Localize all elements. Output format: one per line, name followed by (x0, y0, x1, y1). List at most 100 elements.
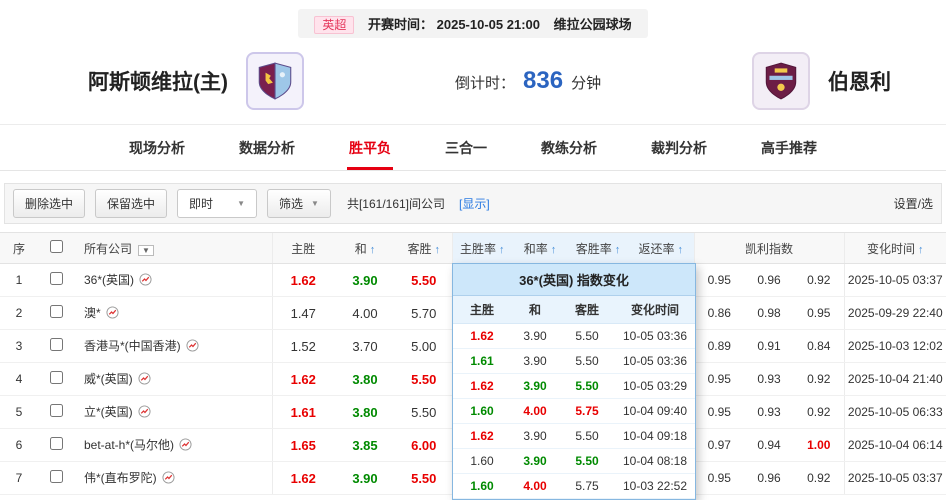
popup-change-time: 10-05 03:36 (615, 349, 695, 374)
popup-home-odds: 1.60 (453, 449, 511, 474)
trend-icon[interactable] (162, 471, 175, 487)
popup-header-row: 主胜 和 客胜 变化时间 (453, 296, 695, 324)
tab-win-draw-lose[interactable]: 胜平负 (347, 125, 393, 170)
tab-expert-picks[interactable]: 高手推荐 (759, 125, 819, 170)
away-odds: 5.50 (396, 462, 452, 495)
company-name[interactable]: 香港马*(中国香港) (84, 339, 181, 353)
toolbar: 删除选中 保留选中 即时 ▼ 筛选 ▼ 共[161/161]间公司 [显示] 设… (4, 183, 942, 224)
company-name[interactable]: bet-at-h*(马尔他) (84, 438, 174, 452)
instant-dropdown[interactable]: 即时 ▼ (177, 189, 257, 218)
row-number: 2 (0, 297, 38, 330)
away-odds: 5.50 (396, 363, 452, 396)
delete-selected-button[interactable]: 删除选中 (13, 189, 85, 218)
company-name[interactable]: 36*(英国) (84, 273, 134, 287)
trend-icon[interactable] (106, 306, 119, 322)
popup-home-odds: 1.61 (453, 349, 511, 374)
popup-row: 1.62 3.90 5.50 10-05 03:29 (453, 374, 695, 399)
keep-selected-button[interactable]: 保留选中 (95, 189, 167, 218)
kelly-draw: 0.94 (744, 429, 794, 462)
row-number: 3 (0, 330, 38, 363)
odds-table-wrap: 序 所有公司▼ 主胜 和↑ 客胜↑ 主胜率↑ 和率↑ 客胜率↑ 返还率↑ 凯利指… (0, 232, 946, 495)
filter-dropdown[interactable]: 筛选 ▼ (267, 189, 331, 218)
company-cell: bet-at-h*(马尔他) (74, 429, 272, 462)
col-change-time[interactable]: 变化时间↑ (844, 233, 946, 264)
company-filter-dropdown-icon[interactable]: ▼ (138, 245, 154, 256)
tab-three-in-one[interactable]: 三合一 (443, 125, 489, 170)
company-name[interactable]: 澳* (84, 306, 101, 320)
popup-row: 1.60 4.00 5.75 10-03 22:52 (453, 474, 695, 499)
col-away-win[interactable]: 客胜↑ (396, 233, 452, 264)
home-odds: 1.62 (272, 363, 334, 396)
popup-home-odds: 1.62 (453, 324, 511, 349)
popup-away-odds: 5.50 (559, 449, 615, 474)
trend-icon[interactable] (138, 405, 151, 421)
select-all-checkbox[interactable] (50, 240, 63, 253)
company-cell: 伟*(直布罗陀) (74, 462, 272, 495)
popup-draw-odds: 3.90 (511, 349, 559, 374)
tab-data-analysis[interactable]: 数据分析 (237, 125, 297, 170)
trend-icon[interactable] (186, 339, 199, 355)
company-name[interactable]: 立*(英国) (84, 405, 133, 419)
company-name[interactable]: 威*(英国) (84, 372, 133, 386)
sort-asc-icon: ↑ (370, 244, 376, 256)
row-select (38, 429, 74, 462)
popup-change-time: 10-04 09:40 (615, 399, 695, 424)
home-odds: 1.52 (272, 330, 334, 363)
col-draw[interactable]: 和↑ (334, 233, 396, 264)
row-checkbox[interactable] (50, 371, 63, 384)
kelly-draw: 0.96 (744, 462, 794, 495)
match-info-bar: 英超 开赛时间： 2025-10-05 21:00 维拉公园球场 (0, 0, 946, 38)
kelly-draw: 0.96 (744, 264, 794, 297)
countdown-label: 倒计时： (455, 72, 515, 93)
col-home-win[interactable]: 主胜 (272, 233, 334, 264)
popup-draw-odds: 4.00 (511, 399, 559, 424)
change-time: 2025-10-05 06:33 (844, 396, 946, 429)
row-checkbox[interactable] (50, 437, 63, 450)
popup-away-odds: 5.50 (559, 324, 615, 349)
draw-odds: 3.85 (334, 429, 396, 462)
league-badge[interactable]: 英超 (314, 16, 354, 34)
home-odds: 1.65 (272, 429, 334, 462)
popup-row: 1.60 3.90 5.50 10-04 08:18 (453, 449, 695, 474)
col-company[interactable]: 所有公司▼ (74, 233, 272, 264)
popup-title: 36*(英国) 指数变化 (453, 264, 695, 296)
draw-odds: 3.90 (334, 462, 396, 495)
row-checkbox[interactable] (50, 272, 63, 285)
row-checkbox[interactable] (50, 338, 63, 351)
tab-live-analysis[interactable]: 现场分析 (127, 125, 187, 170)
trend-icon[interactable] (139, 273, 152, 289)
row-checkbox[interactable] (50, 404, 63, 417)
tab-coach-analysis[interactable]: 教练分析 (539, 125, 599, 170)
sort-asc-icon: ↑ (678, 244, 684, 256)
popup-col-home: 主胜 (453, 296, 511, 324)
show-link[interactable]: [显示] (459, 195, 490, 212)
draw-odds: 4.00 (334, 297, 396, 330)
popup-draw-odds: 3.90 (511, 424, 559, 449)
col-select-all (38, 233, 74, 264)
home-odds: 1.62 (272, 462, 334, 495)
row-checkbox[interactable] (50, 305, 63, 318)
col-home-rate[interactable]: 主胜率↑ (452, 233, 512, 264)
popup-change-time: 10-04 08:18 (615, 449, 695, 474)
popup-away-odds: 5.50 (559, 374, 615, 399)
kelly-away: 0.92 (794, 363, 844, 396)
company-name[interactable]: 伟*(直布罗陀) (84, 471, 157, 485)
popup-away-odds: 5.75 (559, 399, 615, 424)
trend-icon[interactable] (179, 438, 192, 454)
away-team-crest (752, 52, 810, 110)
row-number: 5 (0, 396, 38, 429)
col-payout-rate[interactable]: 返还率↑ (628, 233, 694, 264)
col-away-rate[interactable]: 客胜率↑ (568, 233, 628, 264)
settings-link[interactable]: 设置/选 (894, 195, 933, 212)
draw-odds: 3.90 (334, 264, 396, 297)
popup-away-odds: 5.50 (559, 424, 615, 449)
col-draw-rate[interactable]: 和率↑ (512, 233, 568, 264)
kelly-draw: 0.93 (744, 363, 794, 396)
tab-referee-analysis[interactable]: 裁判分析 (649, 125, 709, 170)
trend-icon[interactable] (138, 372, 151, 388)
home-odds: 1.47 (272, 297, 334, 330)
kelly-away: 0.92 (794, 396, 844, 429)
popup-away-odds: 5.50 (559, 349, 615, 374)
sort-asc-icon: ↑ (918, 244, 924, 256)
countdown-unit: 分钟 (571, 72, 601, 93)
